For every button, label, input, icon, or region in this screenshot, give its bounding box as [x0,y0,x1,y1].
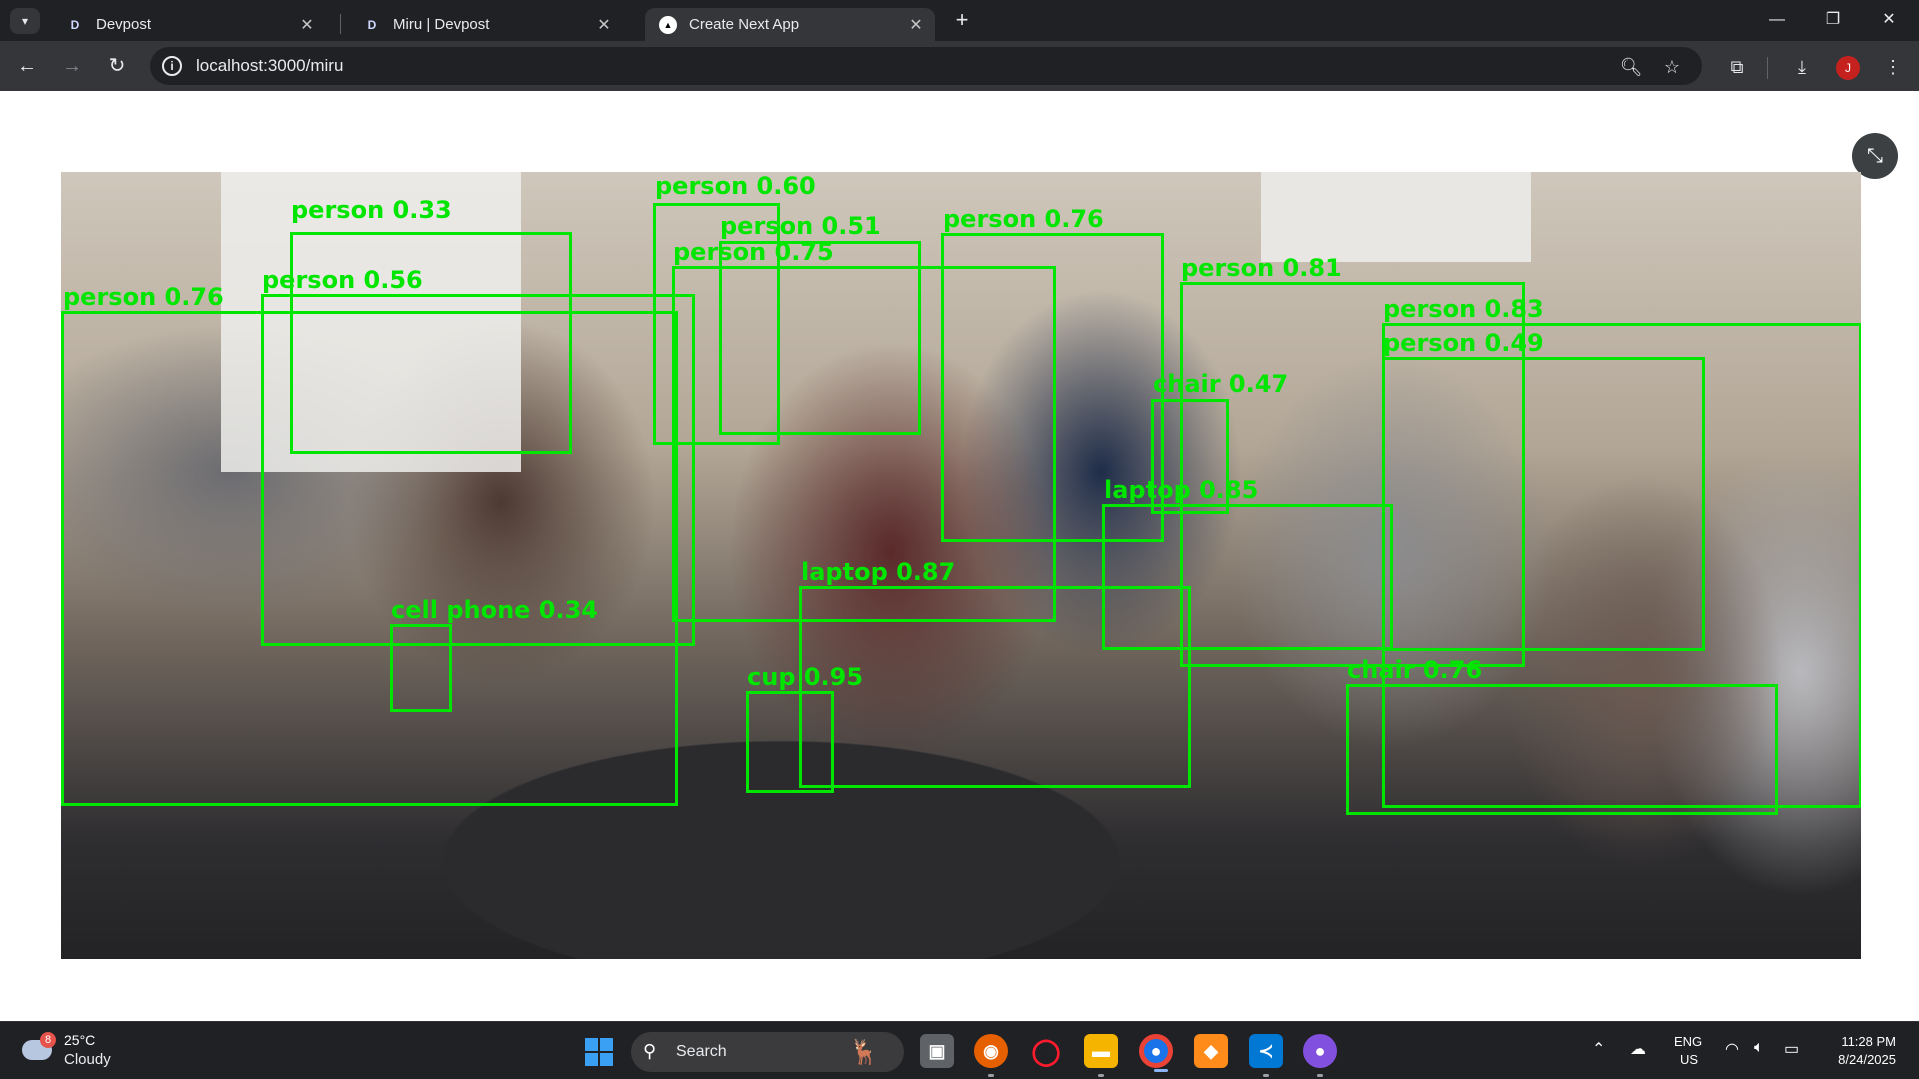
detection-label: chair 0.47 [1153,370,1289,398]
tab-miru-devpost[interactable]: D Miru | Devpost ✕ [349,8,623,41]
new-tab-button[interactable]: + [950,9,974,33]
page-content: ⤡ person 0.33 person 0.60 person 0.51 pe… [0,91,1919,1021]
photo-poster [1261,172,1531,262]
opera-icon[interactable]: ◯ [1029,1034,1063,1068]
windows-logo-tile [585,1038,598,1051]
taskbar-search[interactable]: ⚲ Search 🦌 [631,1032,904,1072]
search-label: Search [676,1043,727,1060]
weather-condition[interactable]: Cloudy [64,1051,111,1068]
region-indicator[interactable]: US [1680,1052,1698,1067]
tab-title: Create Next App [689,16,800,33]
clock-date[interactable]: 8/24/2025 [1826,1052,1896,1067]
tab-separator [340,14,341,34]
devpost-favicon-icon: D [367,17,377,32]
detection-box [1382,357,1705,651]
chevron-up-icon[interactable]: ⌃ [1592,1039,1605,1059]
detection-box [1346,684,1778,815]
language-indicator[interactable]: ENG [1674,1034,1702,1049]
tab-title: Devpost [96,16,152,33]
windows-taskbar: 8 25°C Cloudy ⚲ Search 🦌 ▣ ◉ ◯ ▬ ● ◆ ≺ ●… [0,1021,1919,1079]
forward-button[interactable]: → [57,51,87,81]
extensions-icon[interactable]: ⧉ [1724,54,1750,80]
detection-image: person 0.33 person 0.60 person 0.51 pers… [61,172,1861,959]
detection-label: person 0.76 [943,205,1104,233]
file-explorer-icon[interactable]: ▬ [1084,1034,1118,1077]
devpost-favicon-icon: D [70,17,80,32]
search-icon: ⚲ [643,1041,657,1061]
address-bar[interactable]: i localhost:3000/miru 🔍︎ ☆ [150,47,1702,85]
download-icon[interactable]: ⤓ [1789,54,1815,80]
onedrive-offline-icon[interactable]: ☁ [1630,1039,1646,1059]
windows-logo-tile [600,1053,613,1066]
menu-kebab-icon[interactable]: ⋮ [1880,54,1906,80]
browser-tab-bar: ▾ D Devpost ✕ D Miru | Devpost ✕ ▲ Creat… [0,0,1919,41]
restore-button[interactable]: ❐ [1810,6,1856,34]
detection-box [390,624,452,712]
detection-label: person 0.75 [673,238,834,266]
detection-label: person 0.51 [720,212,881,240]
bookmark-star-icon[interactable]: ☆ [1660,55,1684,79]
exit-fullscreen-icon: ⤡ [1867,145,1883,167]
minimize-button[interactable]: — [1754,6,1800,34]
task-view-icon[interactable]: ▣ [920,1034,954,1068]
detection-label: chair 0.76 [1347,656,1483,684]
tab-close-icon[interactable]: ✕ [294,15,320,35]
nextjs-favicon-icon: ▲ [659,15,677,34]
detection-label: person 0.60 [655,172,816,200]
detection-label: cell phone 0.34 [391,596,598,624]
chrome-icon[interactable]: ● [1139,1034,1173,1072]
detection-box [61,311,678,806]
detection-label: person 0.56 [262,266,423,294]
search-highlight-deer-icon: 🦌 [849,1039,879,1066]
site-info-icon[interactable]: i [162,56,182,76]
detection-label: laptop 0.87 [801,558,956,586]
weather-temperature[interactable]: 25°C [64,1032,95,1048]
notification-badge: 8 [40,1032,56,1048]
detection-label: laptop 0.85 [1104,476,1259,504]
profile-avatar[interactable]: J [1836,56,1860,80]
detection-box [746,691,834,793]
detection-label: cup 0.95 [747,663,864,691]
close-window-button[interactable]: ✕ [1866,6,1912,34]
reload-button[interactable]: ↻ [102,51,132,81]
github-desktop-icon[interactable]: ● [1303,1034,1337,1077]
vscode-icon[interactable]: ≺ [1249,1034,1283,1077]
detection-label: person 0.83 [1383,295,1544,323]
tab-search-button[interactable]: ▾ [10,8,40,34]
volume-icon[interactable]: 🔈︎ [1754,1039,1764,1057]
start-button[interactable] [585,1038,613,1066]
battery-icon[interactable]: ▭ [1784,1039,1799,1059]
detection-label: person 0.81 [1181,254,1342,282]
tab-devpost[interactable]: D Devpost ✕ [52,8,326,41]
zoom-icon[interactable]: 🔍︎ [1619,55,1643,79]
tab-create-next-app[interactable]: ▲ Create Next App ✕ [645,8,935,41]
windows-logo-tile [585,1053,598,1066]
detection-label: person 0.33 [291,196,452,224]
tab-close-icon[interactable]: ✕ [903,15,929,35]
clock-time[interactable]: 11:28 PM [1836,1034,1896,1049]
toolbar-separator [1767,57,1768,79]
tab-close-icon[interactable]: ✕ [591,15,617,35]
detection-label: person 0.76 [63,283,224,311]
url-text[interactable]: localhost:3000/miru [196,56,343,76]
brave-icon[interactable]: ◆ [1194,1034,1228,1068]
wifi-icon[interactable]: ◠ [1725,1039,1739,1059]
windows-logo-tile [600,1038,613,1051]
detection-label: person 0.49 [1383,329,1544,357]
back-button[interactable]: ← [12,51,42,81]
tab-title: Miru | Devpost [393,16,490,33]
firefox-icon[interactable]: ◉ [974,1034,1008,1077]
weather-widget[interactable]: 8 [22,1032,56,1062]
browser-toolbar: ← → ↻ i localhost:3000/miru 🔍︎ ☆ ⧉ ⤓ J ⋮ [0,41,1919,91]
